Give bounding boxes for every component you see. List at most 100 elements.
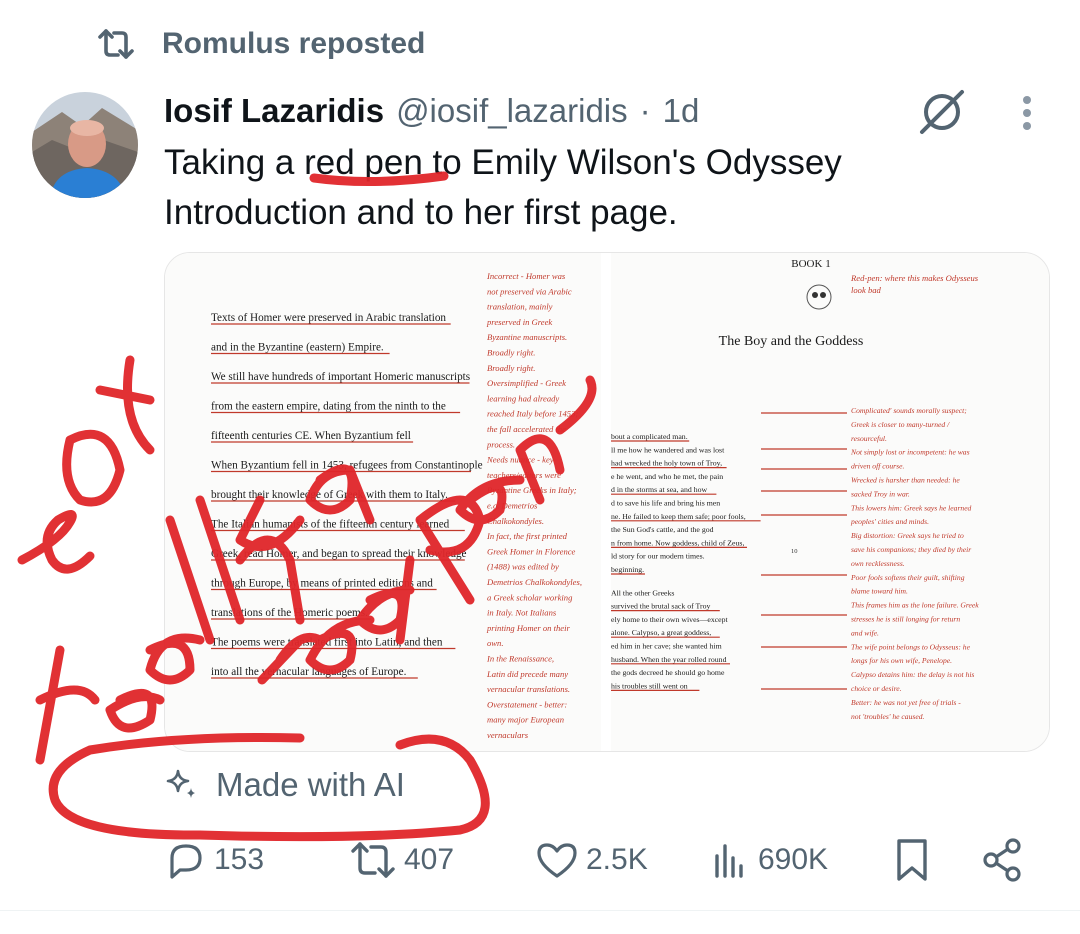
line-number: 10	[791, 548, 798, 555]
grok-icon[interactable]	[916, 86, 968, 138]
red-annotation: Chalkokondyles.	[487, 516, 544, 526]
book-text-line: alone. Calypso, a great goddess,	[611, 628, 711, 637]
book-text-line: Greek, read Homer, and began to spread t…	[211, 548, 467, 560]
book-heading: BOOK 1	[791, 258, 830, 270]
red-annotation: e.g. Demetrios	[487, 501, 538, 511]
red-annotation: many major European	[487, 715, 564, 725]
book-text-line: e he went, and who he met, the pain	[611, 472, 723, 481]
red-annotation: learning had already	[487, 393, 559, 403]
owl-emblem	[806, 284, 832, 310]
red-annotation: sacked Troy in war.	[851, 489, 910, 498]
book-text-line: translations of the Homeric poems.	[211, 607, 368, 619]
left-page: Texts of Homer were preserved in Arabic …	[165, 253, 601, 751]
like-count: 2.5K	[586, 843, 648, 876]
red-annotation: (1488) was edited by	[487, 562, 559, 572]
book-text-line: the Sun God's cattle, and the god	[611, 525, 714, 534]
made-with-ai-label[interactable]: Made with AI	[166, 760, 405, 810]
book-text-line: ld story for our modern times.	[611, 552, 705, 561]
book-text-line: ed him in her cave; she wanted him	[611, 642, 722, 651]
media-image[interactable]: Texts of Homer were preserved in Arabic …	[164, 252, 1050, 752]
book-text-line: All the other Greeks	[611, 588, 674, 597]
red-annotation: Incorrect - Homer was	[486, 271, 566, 281]
red-annotation: The wife point belongs to Odysseus: he	[851, 642, 971, 651]
red-annotation: Byzantine Greeks in Italy;	[487, 485, 577, 495]
book-text-line: survived the brutal sack of Troy	[611, 602, 711, 611]
book-text-line: Texts of Homer were preserved in Arabic …	[211, 312, 446, 324]
book-text-line: The poems were translated first into Lat…	[211, 637, 443, 649]
repost-icon	[98, 29, 134, 59]
red-annotation: driven off course.	[851, 462, 904, 471]
red-annotation: In the Renaissance,	[486, 654, 554, 664]
reply-count: 153	[214, 843, 265, 876]
repost-count: 407	[404, 843, 455, 876]
book-text-line: fifteenth centuries CE. When Byzantium f…	[211, 430, 411, 442]
red-annotation: vernacular translations.	[487, 684, 570, 694]
book-text-line: had wrecked the holy town of Troy,	[611, 459, 722, 468]
red-annotation: Better: he was not yet free of trials -	[851, 698, 961, 707]
red-annotation: Broadly right.	[487, 363, 535, 373]
book-text-line: beginning.	[611, 565, 644, 574]
red-annotation: stresses he is still longing for return	[851, 615, 960, 624]
red-annotation: printing Homer on their	[486, 623, 570, 633]
bookmark-button[interactable]	[892, 830, 932, 890]
red-annotation: In fact, the first printed	[486, 531, 568, 541]
red-annotation: teachers/editors were	[487, 470, 561, 480]
red-annotation: Greek is closer to many-turned /	[851, 420, 950, 429]
red-annotation: Demetrios Chalkokondyles,	[486, 577, 582, 587]
red-annotation: Byzantine manuscripts.	[487, 332, 567, 342]
like-button[interactable]: 2.5K	[534, 830, 648, 890]
book-text-line: d in the storms at sea, and how	[611, 485, 708, 494]
tweet-text-line-2: Introduction and to her first page.	[164, 193, 678, 232]
book-text-line: When Byzantium fell in 1453, refugees fr…	[211, 460, 483, 472]
separator: ·	[639, 92, 651, 129]
red-annotation: the fall accelerated the	[487, 424, 566, 434]
red-annotation: reached Italy before 1453;	[487, 409, 578, 419]
book-text-line: ne. He failed to keep them safe; poor fo…	[611, 512, 746, 521]
red-annotation: save his companions; they died by their	[851, 545, 971, 554]
share-button[interactable]	[980, 830, 1024, 890]
red-annotation: in Italy. Not Italians	[487, 608, 557, 618]
book-text-line: bout a complicated man.	[611, 432, 688, 441]
red-annotation: choice or desire.	[851, 684, 902, 693]
red-annotation: Not simply lost or incompetent: he was	[850, 448, 970, 457]
book-text-line: the gods decreed he should go home	[611, 668, 725, 677]
book-text-line: through Europe, by means of printed edit…	[211, 578, 433, 590]
bookmark-icon	[897, 839, 927, 881]
book-text-line: The Italian humanists of the fifteenth c…	[211, 519, 450, 531]
red-annotation: This lowers him: Greek says he learned	[851, 503, 972, 512]
repost-label: Romulus reposted	[162, 27, 426, 60]
red-annotation: Poor fools softens their guilt, shifting	[850, 573, 965, 582]
book-text-line: into all the vernacular languages of Eur…	[211, 666, 407, 678]
tweet-header: Iosif Lazaridis @iosif_lazaridis · 1d	[164, 88, 699, 134]
views-button[interactable]: 690K	[712, 830, 828, 890]
repost-button[interactable]: 407	[348, 830, 454, 890]
red-annotation: blame toward him.	[851, 587, 908, 596]
more-icon[interactable]	[1010, 92, 1044, 136]
reply-icon	[170, 844, 202, 879]
book-text-line: and in the Byzantine (eastern) Empire.	[211, 342, 384, 354]
book-text-line: d to save his life and bring his men	[611, 499, 720, 508]
red-annotation: peoples' cities and minds.	[850, 517, 929, 526]
red-annotation: not preserved via Arabic	[487, 286, 572, 296]
views-icon	[715, 844, 743, 878]
avatar[interactable]	[32, 92, 138, 198]
tweet-text: Taking a red pen to Emily Wilson's Odyss…	[164, 138, 1024, 238]
book-text-line: brought their knowledge of Greek with th…	[211, 489, 448, 501]
author-name[interactable]: Iosif Lazaridis	[164, 92, 384, 130]
red-annotation: Latin did precede many	[486, 669, 568, 679]
book-text-line: ely home to their own wives—except	[611, 615, 729, 624]
timestamp[interactable]: 1d	[663, 92, 700, 130]
chapter-title: The Boy and the Goddess	[719, 334, 864, 349]
tweet-text-line-1: Taking a red pen to Emily Wilson's Odyss…	[164, 143, 842, 182]
made-with-ai-text: Made with AI	[216, 766, 405, 803]
repost-indicator[interactable]: Romulus reposted	[96, 22, 425, 66]
reply-button[interactable]: 153	[164, 830, 264, 890]
share-icon	[983, 838, 1021, 882]
red-annotation: process.	[486, 439, 515, 449]
red-annotation: a Greek scholar working	[487, 592, 573, 602]
red-annotation: Red-pen: where this makes Odysseus	[850, 273, 979, 283]
red-annotation: Complicated' sounds morally suspect;	[851, 406, 967, 415]
red-annotation: Big distortion: Greek says he tried to	[851, 531, 964, 540]
red-annotation: own.	[487, 638, 503, 648]
author-handle[interactable]: @iosif_lazaridis	[396, 92, 628, 130]
